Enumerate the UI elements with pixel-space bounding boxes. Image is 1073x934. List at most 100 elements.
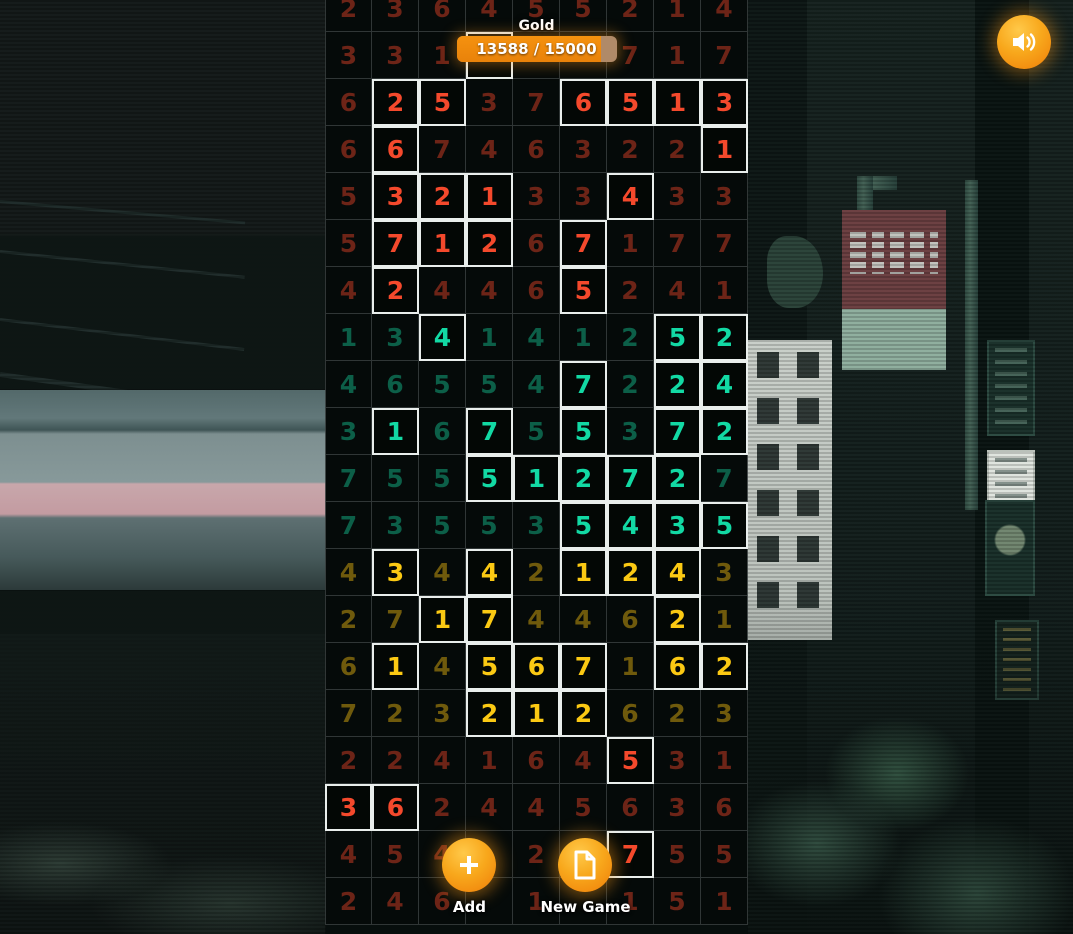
grid-cell[interactable]: 5 [560,267,607,314]
grid-cell[interactable]: 6 [560,79,607,126]
grid-cell[interactable]: 2 [654,361,701,408]
grid-cell[interactable]: 7 [325,502,372,549]
grid-cell[interactable]: 3 [372,173,419,220]
grid-cell[interactable]: 5 [466,643,513,690]
grid-cell[interactable]: 7 [419,126,466,173]
grid-cell[interactable]: 5 [419,455,466,502]
grid-cell[interactable]: 2 [607,0,654,32]
grid-cell[interactable]: 5 [325,173,372,220]
grid-cell[interactable]: 4 [560,596,607,643]
grid-cell[interactable]: 2 [607,314,654,361]
grid-cell[interactable]: 5 [325,220,372,267]
grid-cell[interactable] [560,32,607,79]
grid-cell[interactable]: 4 [419,549,466,596]
grid-cell[interactable]: 4 [466,267,513,314]
grid-cell[interactable]: 6 [607,690,654,737]
grid-cell[interactable]: 2 [701,314,748,361]
grid-cell[interactable]: 5 [607,79,654,126]
add-button[interactable]: Add [442,838,497,916]
grid-cell[interactable]: 7 [654,408,701,455]
grid-cell[interactable]: 1 [701,126,748,173]
grid-cell[interactable]: 1 [701,596,748,643]
grid-cell[interactable]: 1 [560,549,607,596]
grid-cell[interactable]: 2 [607,549,654,596]
grid-cell[interactable]: 1 [419,596,466,643]
grid-cell[interactable]: 5 [419,502,466,549]
grid-cell[interactable]: 3 [325,784,372,831]
grid-cell[interactable]: 4 [513,784,560,831]
grid-cell[interactable]: 3 [513,502,560,549]
grid-cell[interactable]: 7 [654,220,701,267]
grid-cell[interactable]: 7 [607,455,654,502]
grid-cell[interactable]: 1 [372,408,419,455]
grid-cell[interactable]: 5 [701,502,748,549]
grid-cell[interactable]: 1 [419,220,466,267]
grid-cell[interactable]: 2 [560,455,607,502]
grid-cell[interactable]: 4 [419,643,466,690]
grid-cell[interactable]: 6 [513,643,560,690]
grid-cell[interactable]: 7 [372,596,419,643]
grid-cell[interactable]: 3 [607,408,654,455]
grid-cell[interactable]: 4 [466,549,513,596]
grid-cell[interactable]: 3 [654,502,701,549]
grid-cell[interactable]: 6 [607,784,654,831]
grid-cell[interactable]: 2 [607,267,654,314]
grid-cell[interactable]: 2 [466,220,513,267]
grid-cell[interactable]: 3 [560,173,607,220]
grid-cell[interactable]: 3 [372,0,419,32]
grid-cell[interactable]: 6 [654,643,701,690]
new-game-button[interactable]: New Game [540,838,631,916]
grid-cell[interactable]: 4 [466,784,513,831]
grid-cell[interactable]: 4 [654,549,701,596]
grid-cell[interactable]: 1 [513,690,560,737]
grid-cell[interactable]: 2 [325,737,372,784]
grid-cell[interactable]: 7 [560,643,607,690]
grid-cell[interactable]: 3 [372,314,419,361]
grid-cell[interactable]: 4 [701,361,748,408]
grid-cell[interactable]: 5 [466,455,513,502]
grid-cell[interactable]: 7 [560,361,607,408]
grid-cell[interactable]: 6 [419,408,466,455]
grid-cell[interactable]: 2 [701,408,748,455]
grid-cell[interactable]: 1 [654,32,701,79]
grid-cell[interactable]: 4 [701,0,748,32]
grid-cell[interactable]: 3 [419,690,466,737]
grid-cell[interactable]: 1 [372,643,419,690]
grid-cell[interactable]: 2 [372,267,419,314]
grid-cell[interactable]: 4 [607,173,654,220]
grid-cell[interactable]: 6 [325,126,372,173]
speaker-on-icon[interactable] [997,15,1051,69]
grid-cell[interactable]: 3 [701,549,748,596]
grid-cell[interactable]: 7 [607,32,654,79]
grid-cell[interactable]: 2 [654,596,701,643]
grid-cell[interactable]: 1 [654,0,701,32]
grid-cell[interactable]: 5 [560,502,607,549]
grid-cell[interactable]: 3 [372,549,419,596]
grid-cell[interactable]: 1 [325,314,372,361]
grid-cell[interactable]: 5 [372,455,419,502]
number-grid[interactable]: 2364552143317176253765136674632215321334… [325,0,748,925]
grid-cell[interactable]: 2 [513,549,560,596]
grid-cell[interactable]: 6 [607,596,654,643]
grid-cell[interactable]: 5 [560,408,607,455]
grid-cell[interactable]: 1 [560,314,607,361]
grid-cell[interactable]: 2 [372,737,419,784]
grid-cell[interactable]: 5 [466,502,513,549]
grid-cell[interactable]: 3 [372,502,419,549]
grid-cell[interactable]: 3 [701,173,748,220]
grid-cell[interactable]: 6 [325,79,372,126]
grid-cell[interactable]: 5 [513,0,560,32]
grid-cell[interactable]: 4 [419,737,466,784]
grid-cell[interactable]: 4 [560,737,607,784]
grid-cell[interactable]: 5 [654,314,701,361]
grid-cell[interactable]: 7 [513,79,560,126]
grid-cell[interactable]: 1 [607,643,654,690]
grid-cell[interactable]: 5 [560,784,607,831]
grid-cell[interactable]: 5 [607,737,654,784]
grid-cell[interactable]: 5 [419,79,466,126]
grid-cell[interactable]: 6 [372,361,419,408]
grid-cell[interactable]: 4 [513,596,560,643]
grid-cell[interactable]: 2 [607,361,654,408]
grid-cell[interactable]: 7 [701,455,748,502]
grid-cell[interactable]: 2 [372,79,419,126]
